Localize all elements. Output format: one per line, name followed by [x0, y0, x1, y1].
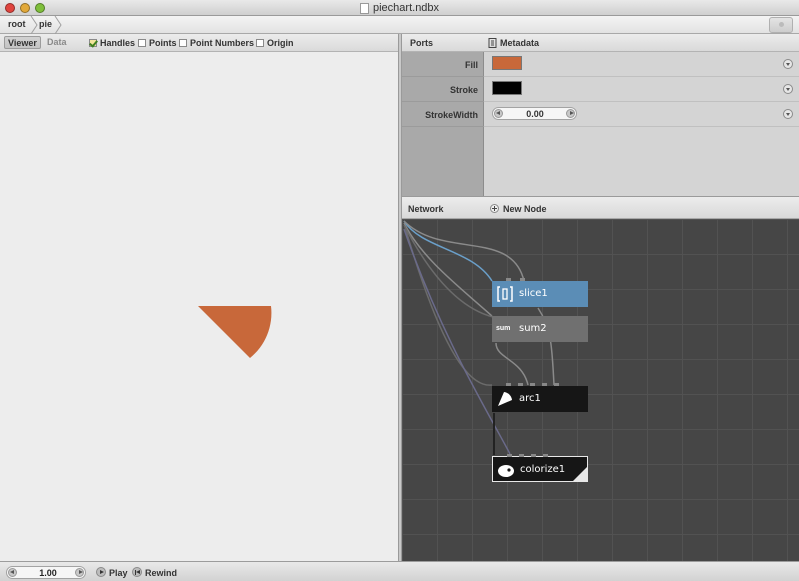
breadcrumb: root pie [0, 16, 799, 34]
strokewidth-value-row: 0.00 [484, 102, 799, 127]
port-row-stroke: Stroke [402, 77, 484, 102]
metadata-icon [488, 38, 497, 48]
node-label: sum2 [519, 323, 547, 334]
node-label: arc1 [519, 393, 541, 404]
input-port[interactable] [530, 383, 535, 386]
input-port[interactable] [506, 278, 511, 281]
status-bar: 1.00 Play Rewind [0, 561, 799, 581]
strokewidth-value: 0.00 [526, 109, 544, 119]
port-label-strokewidth: StrokeWidth [425, 110, 478, 120]
breadcrumb-item-pie[interactable]: pie [39, 19, 52, 29]
checkbox-checked-icon [89, 39, 97, 47]
port-label-fill: Fill [465, 60, 478, 70]
handles-checkbox[interactable]: Handles [89, 38, 135, 48]
checkbox-icon [179, 39, 187, 47]
pie-slice-shape[interactable] [0, 52, 398, 561]
frame-increment-icon[interactable] [75, 568, 84, 577]
input-port[interactable] [518, 383, 523, 386]
ports-labels-column: Fill Stroke StrokeWidth [402, 52, 484, 196]
network-header: Network New Node [402, 196, 799, 219]
node-colorize1[interactable]: colorize1 [492, 454, 588, 482]
fill-menu-dropdown-icon[interactable] [783, 59, 793, 69]
frame-number-field[interactable]: 1.00 [6, 566, 86, 579]
input-port[interactable] [506, 383, 511, 386]
decrement-icon[interactable] [494, 109, 503, 118]
input-port[interactable] [543, 454, 548, 457]
slice-icon [497, 286, 513, 302]
node-slice1[interactable]: slice1 [492, 278, 588, 307]
options-button[interactable] [769, 17, 793, 33]
stroke-menu-dropdown-icon[interactable] [783, 84, 793, 94]
node-sum2[interactable]: sum sum2 [492, 316, 588, 342]
frame-decrement-icon[interactable] [8, 568, 17, 577]
play-icon[interactable] [96, 567, 106, 577]
points-checkbox[interactable]: Points [138, 38, 177, 48]
close-window-button[interactable] [5, 3, 15, 13]
rewind-button[interactable]: Rewind [145, 568, 177, 578]
node-label: colorize1 [520, 464, 566, 475]
point-numbers-label: Point Numbers [190, 38, 255, 48]
rendered-flag-icon [573, 467, 587, 481]
window-title: piechart.ndbx [360, 2, 439, 14]
fill-value-row [484, 52, 799, 77]
node-label: slice1 [519, 288, 548, 299]
metadata-button[interactable]: Metadata [488, 38, 539, 48]
checkbox-icon [138, 39, 146, 47]
viewer-toolbar: Viewer Data Handles Points Point Numbers… [0, 34, 398, 52]
points-label: Points [149, 38, 177, 48]
input-port[interactable] [554, 383, 559, 386]
window-title-text: piechart.ndbx [373, 2, 440, 14]
tab-data[interactable]: Data [44, 36, 70, 49]
fill-color-swatch[interactable] [492, 56, 522, 70]
connections [403, 220, 555, 455]
input-port[interactable] [519, 454, 524, 457]
title-bar: piechart.ndbx [0, 0, 799, 16]
frame-value: 1.00 [39, 568, 57, 578]
breadcrumb-separator-icon [54, 16, 62, 34]
strokewidth-number-field[interactable]: 0.00 [492, 107, 577, 120]
node-arc1[interactable]: arc1 [492, 383, 588, 412]
ports-header: Ports Metadata [402, 34, 799, 52]
port-label-stroke: Stroke [449, 85, 478, 95]
viewer-canvas[interactable] [0, 52, 398, 561]
origin-checkbox[interactable]: Origin [256, 38, 294, 48]
ports-values-column: 0.00 [484, 52, 799, 196]
point-numbers-checkbox[interactable]: Point Numbers [179, 38, 254, 48]
tab-viewer[interactable]: Viewer [4, 36, 41, 49]
arc-icon [498, 392, 512, 406]
input-port[interactable] [507, 454, 512, 457]
zoom-window-button[interactable] [35, 3, 45, 13]
origin-label: Origin [267, 38, 294, 48]
checkbox-icon [256, 39, 264, 47]
network-canvas[interactable]: slice1 sum sum2 arc1 colorize1 [402, 219, 799, 561]
minimize-window-button[interactable] [20, 3, 30, 13]
stroke-color-swatch[interactable] [492, 81, 522, 95]
input-port[interactable] [520, 278, 525, 281]
sum-icon: sum [496, 325, 511, 332]
strokewidth-menu-dropdown-icon[interactable] [783, 109, 793, 119]
network-title: Network [408, 204, 444, 214]
document-icon [360, 2, 369, 14]
colorize-icon [498, 465, 514, 477]
metadata-label: Metadata [500, 38, 540, 48]
breadcrumb-item-root[interactable]: root [8, 19, 26, 29]
rewind-icon[interactable] [132, 567, 142, 577]
port-row-strokewidth: StrokeWidth [402, 102, 484, 127]
play-button[interactable]: Play [109, 568, 128, 578]
input-port[interactable] [542, 383, 547, 386]
input-port[interactable] [531, 454, 536, 457]
new-node-plus-icon[interactable] [490, 204, 499, 213]
port-row-fill: Fill [402, 52, 484, 77]
breadcrumb-separator-icon [30, 16, 38, 34]
stroke-value-row [484, 77, 799, 102]
new-node-button[interactable]: New Node [503, 204, 547, 214]
handles-label: Handles [100, 38, 136, 48]
increment-icon[interactable] [566, 109, 575, 118]
ports-title: Ports [410, 38, 434, 48]
